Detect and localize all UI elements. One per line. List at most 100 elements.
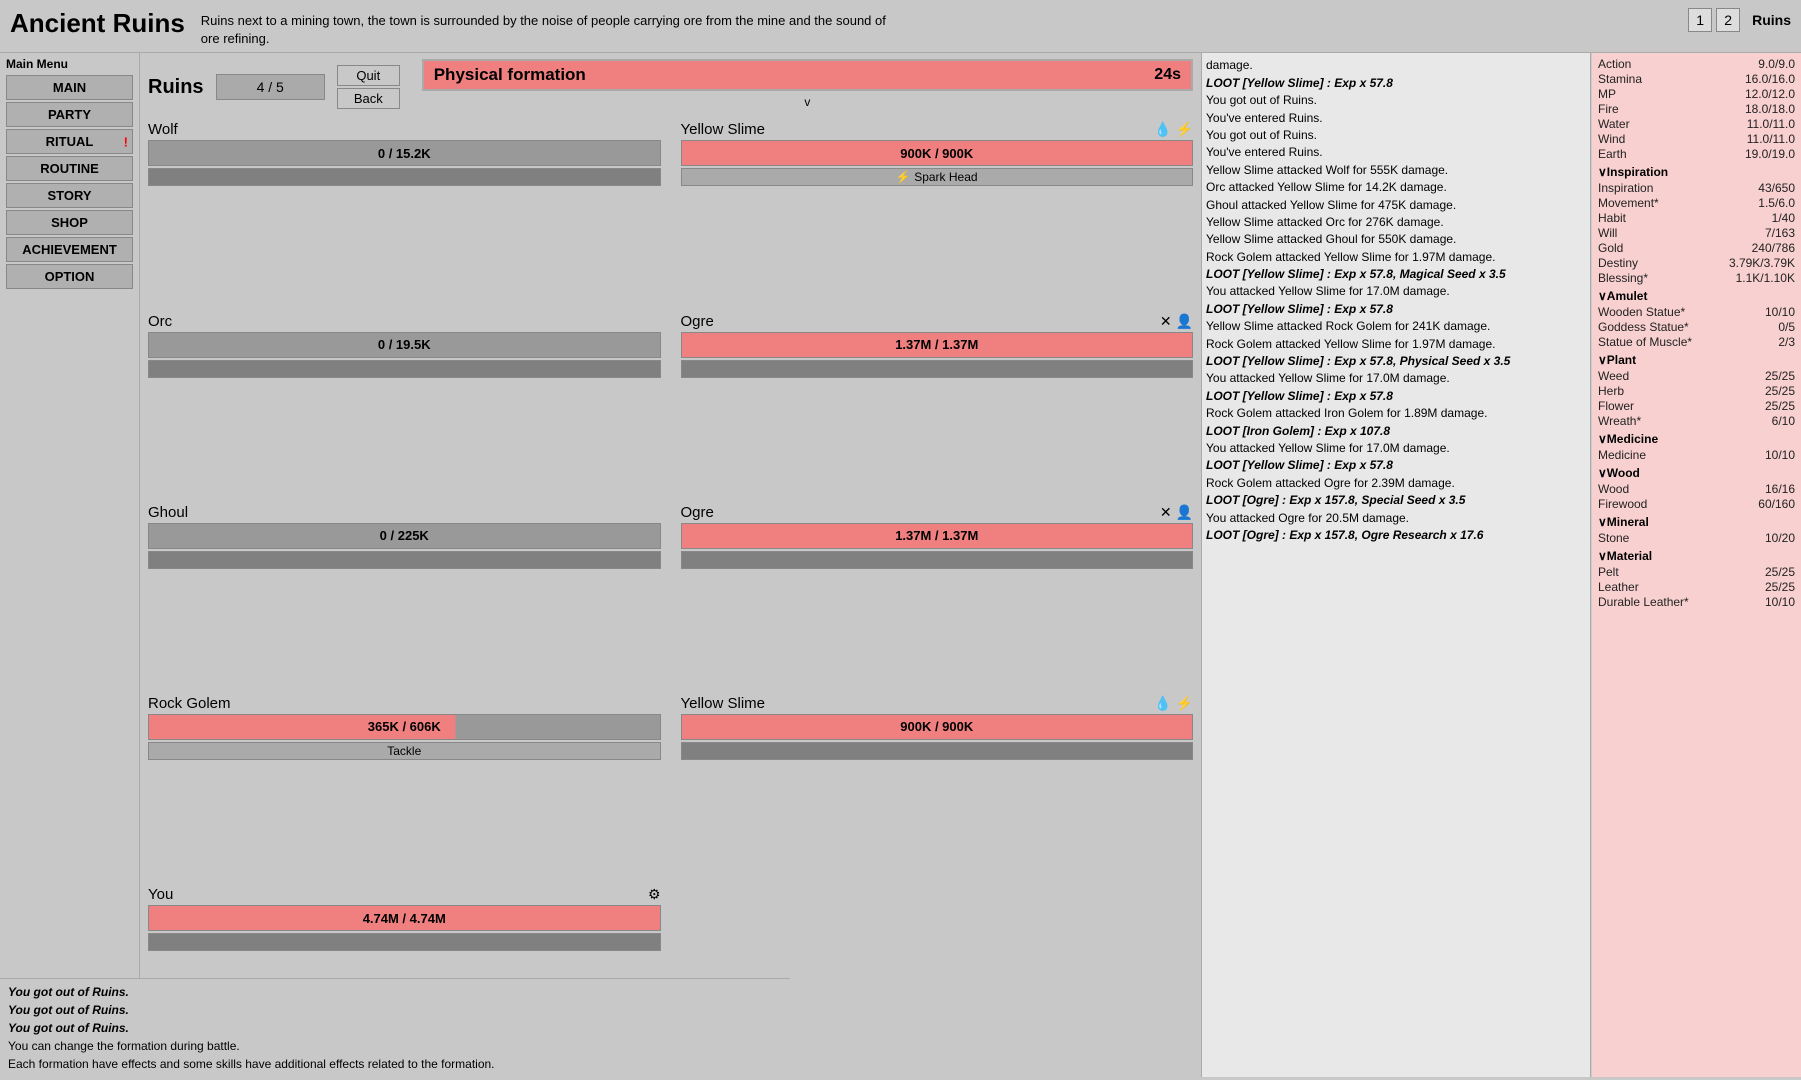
sidebar-item-shop[interactable]: SHOP [6,210,133,235]
section-header[interactable]: ∨Mineral [1598,515,1795,529]
unit-ogre1: Ogre ✕ 👤 1.37M / 1.37M [681,313,1194,498]
section-item-name: Leather [1598,580,1639,594]
unit-ghoul-name-row: Ghoul [148,504,661,521]
unit-ogre2-sub [681,551,1194,569]
section-item-value: 10/10 [1765,595,1795,609]
unit-wolf: Wolf 0 / 15.2K [148,121,661,306]
sidebar-item-routine[interactable]: ROUTINE [6,156,133,181]
section-item-name: Gold [1598,241,1623,255]
sidebar-item-party[interactable]: PARTY [6,102,133,127]
unit-ogre1-name-row: Ogre ✕ 👤 [681,313,1194,330]
stat-name: MP [1598,87,1616,101]
page-num-1[interactable]: 1 [1688,8,1712,32]
unit-orc: Orc 0 / 19.5K [148,313,661,498]
log-entry: LOOT [Yellow Slime] : Exp x 57.8, Physic… [1206,353,1586,370]
battle-buttons: Quit Back [337,65,400,109]
section-header[interactable]: ∨Amulet [1598,289,1795,303]
unit-you-icons: ⚙ [648,886,661,903]
formation-area: Physical formation 24s v [422,59,1193,115]
section-header[interactable]: ∨Plant [1598,353,1795,367]
stat-row: Water11.0/11.0 [1598,117,1795,131]
section-item-name: Wreath* [1598,414,1641,428]
section-item-value: 2/3 [1778,335,1795,349]
section-item-value: 240/786 [1752,241,1795,255]
stat-row: Fire18.0/18.0 [1598,102,1795,116]
section-item-name: Inspiration [1598,181,1653,195]
log-entry: Yellow Slime attacked Rock Golem for 241… [1206,318,1586,335]
log-entry: Rock Golem attacked Yellow Slime for 1.9… [1206,336,1586,353]
section-item-row: Durable Leather*10/10 [1598,595,1795,609]
formation-bar: Physical formation 24s [422,59,1193,91]
log-entry: Yellow Slime attacked Orc for 276K damag… [1206,214,1586,231]
unit-rockgolem: Rock Golem 365K / 606K Tackle [148,695,661,880]
unit-ogre1-icons: ✕ 👤 [1160,313,1193,330]
sidebar-item-story[interactable]: STORY [6,183,133,208]
settings-icon[interactable]: ⚙ [648,886,661,903]
section-item-row: Leather 25/25 [1598,580,1795,594]
section-item-name: Habit [1598,211,1626,225]
section-item-name: Blessing* [1598,271,1648,285]
section-item-value: 6/10 [1772,414,1795,428]
stat-value: 16.0/16.0 [1745,72,1795,86]
section-item-row: Wreath* 6/10 [1598,414,1795,428]
log-entry: You got out of Ruins. [1206,92,1586,109]
section-item-name: Stone [1598,531,1629,545]
section-item-name: Wood [1598,482,1629,496]
quit-button[interactable]: Quit [337,65,400,86]
section-item-value: 1.5/6.0 [1758,196,1795,210]
sidebar-item-option[interactable]: OPTION [6,264,133,289]
section-item-value: 10/10 [1765,305,1795,319]
unit-you-name: You [148,886,173,903]
log-entry: Yellow Slime attacked Wolf for 555K dama… [1206,162,1586,179]
section-header[interactable]: ∨Wood [1598,466,1795,480]
section-item-row: Stone10/20 [1598,531,1795,545]
sidebar-menu-label: Main Menu [6,57,133,71]
sidebar-item-achievement[interactable]: ACHIEVEMENT [6,237,133,262]
section-item-row: Statue of Muscle*2/3 [1598,335,1795,349]
unit-yellowslime1-name-row: Yellow Slime 💧 ⚡ [681,121,1194,138]
section-header[interactable]: ∨Inspiration [1598,165,1795,179]
person-icon: 👤 [1176,313,1193,330]
section-item-row: Herb25/25 [1598,384,1795,398]
unit-yellowslime1-sub: ⚡ Spark Head [681,168,1194,186]
section-item-row: Inspiration 43/650 [1598,181,1795,195]
person-icon2: 👤 [1176,504,1193,521]
page-num-2[interactable]: 2 [1716,8,1740,32]
stat-value: 12.0/12.0 [1745,87,1795,101]
section-item-name: Firewood [1598,497,1647,511]
unit-yellowslime1-icons: 💧 ⚡ [1154,121,1193,138]
bottom-log-line1: You got out of Ruins. [140,983,782,1001]
sidebar-item-main[interactable]: MAIN [6,75,133,100]
section-header[interactable]: ∨Material [1598,549,1795,563]
unit-ghoul: Ghoul 0 / 225K [148,504,661,689]
unit-ogre1-sub [681,360,1194,378]
section-header[interactable]: ∨Medicine [1598,432,1795,446]
log-entry: You attacked Yellow Slime for 17.0M dama… [1206,283,1586,300]
log-entry: LOOT [Yellow Slime] : Exp x 57.8 [1206,457,1586,474]
unit-ogre1-name: Ogre [681,313,714,330]
unit-orc-name: Orc [148,313,172,330]
header-page-nums: 1 2 Ruins [1688,8,1791,32]
section-item-value: 25/25 [1765,580,1795,594]
water-drop-icon: 💧 [1154,121,1171,138]
section-item-value: 3.79K/3.79K [1729,256,1795,270]
unit-ghoul-name: Ghoul [148,504,188,521]
formation-name: Physical formation [434,65,586,85]
log-entry: LOOT [Iron Golem] : Exp x 107.8 [1206,423,1586,440]
back-button[interactable]: Back [337,88,400,109]
right-panel: Action9.0/9.0Stamina16.0/16.0MP12.0/12.0… [1591,53,1801,1077]
cross-icon2: ✕ [1160,504,1172,521]
section-item-value: 43/650 [1758,181,1795,195]
stat-value: 11.0/11.0 [1747,132,1795,146]
unit-you-name-row: You ⚙ [148,886,661,903]
log-entry: You attacked Yellow Slime for 17.0M dama… [1206,370,1586,387]
unit-rockgolem-sub: Tackle [148,742,661,760]
stat-row: Wind11.0/11.0 [1598,132,1795,146]
lightning-icon: ⚡ [1176,121,1193,138]
lightning-icon2: ⚡ [1176,695,1193,712]
log-area[interactable]: damage.LOOT [Yellow Slime] : Exp x 57.8Y… [1201,53,1591,1077]
sidebar-item-ritual[interactable]: RITUAL ! [6,129,133,154]
section-item-row: Wood16/16 [1598,482,1795,496]
log-entry: Rock Golem attacked Ogre for 2.39M damag… [1206,475,1586,492]
log-entry: Ghoul attacked Yellow Slime for 475K dam… [1206,197,1586,214]
